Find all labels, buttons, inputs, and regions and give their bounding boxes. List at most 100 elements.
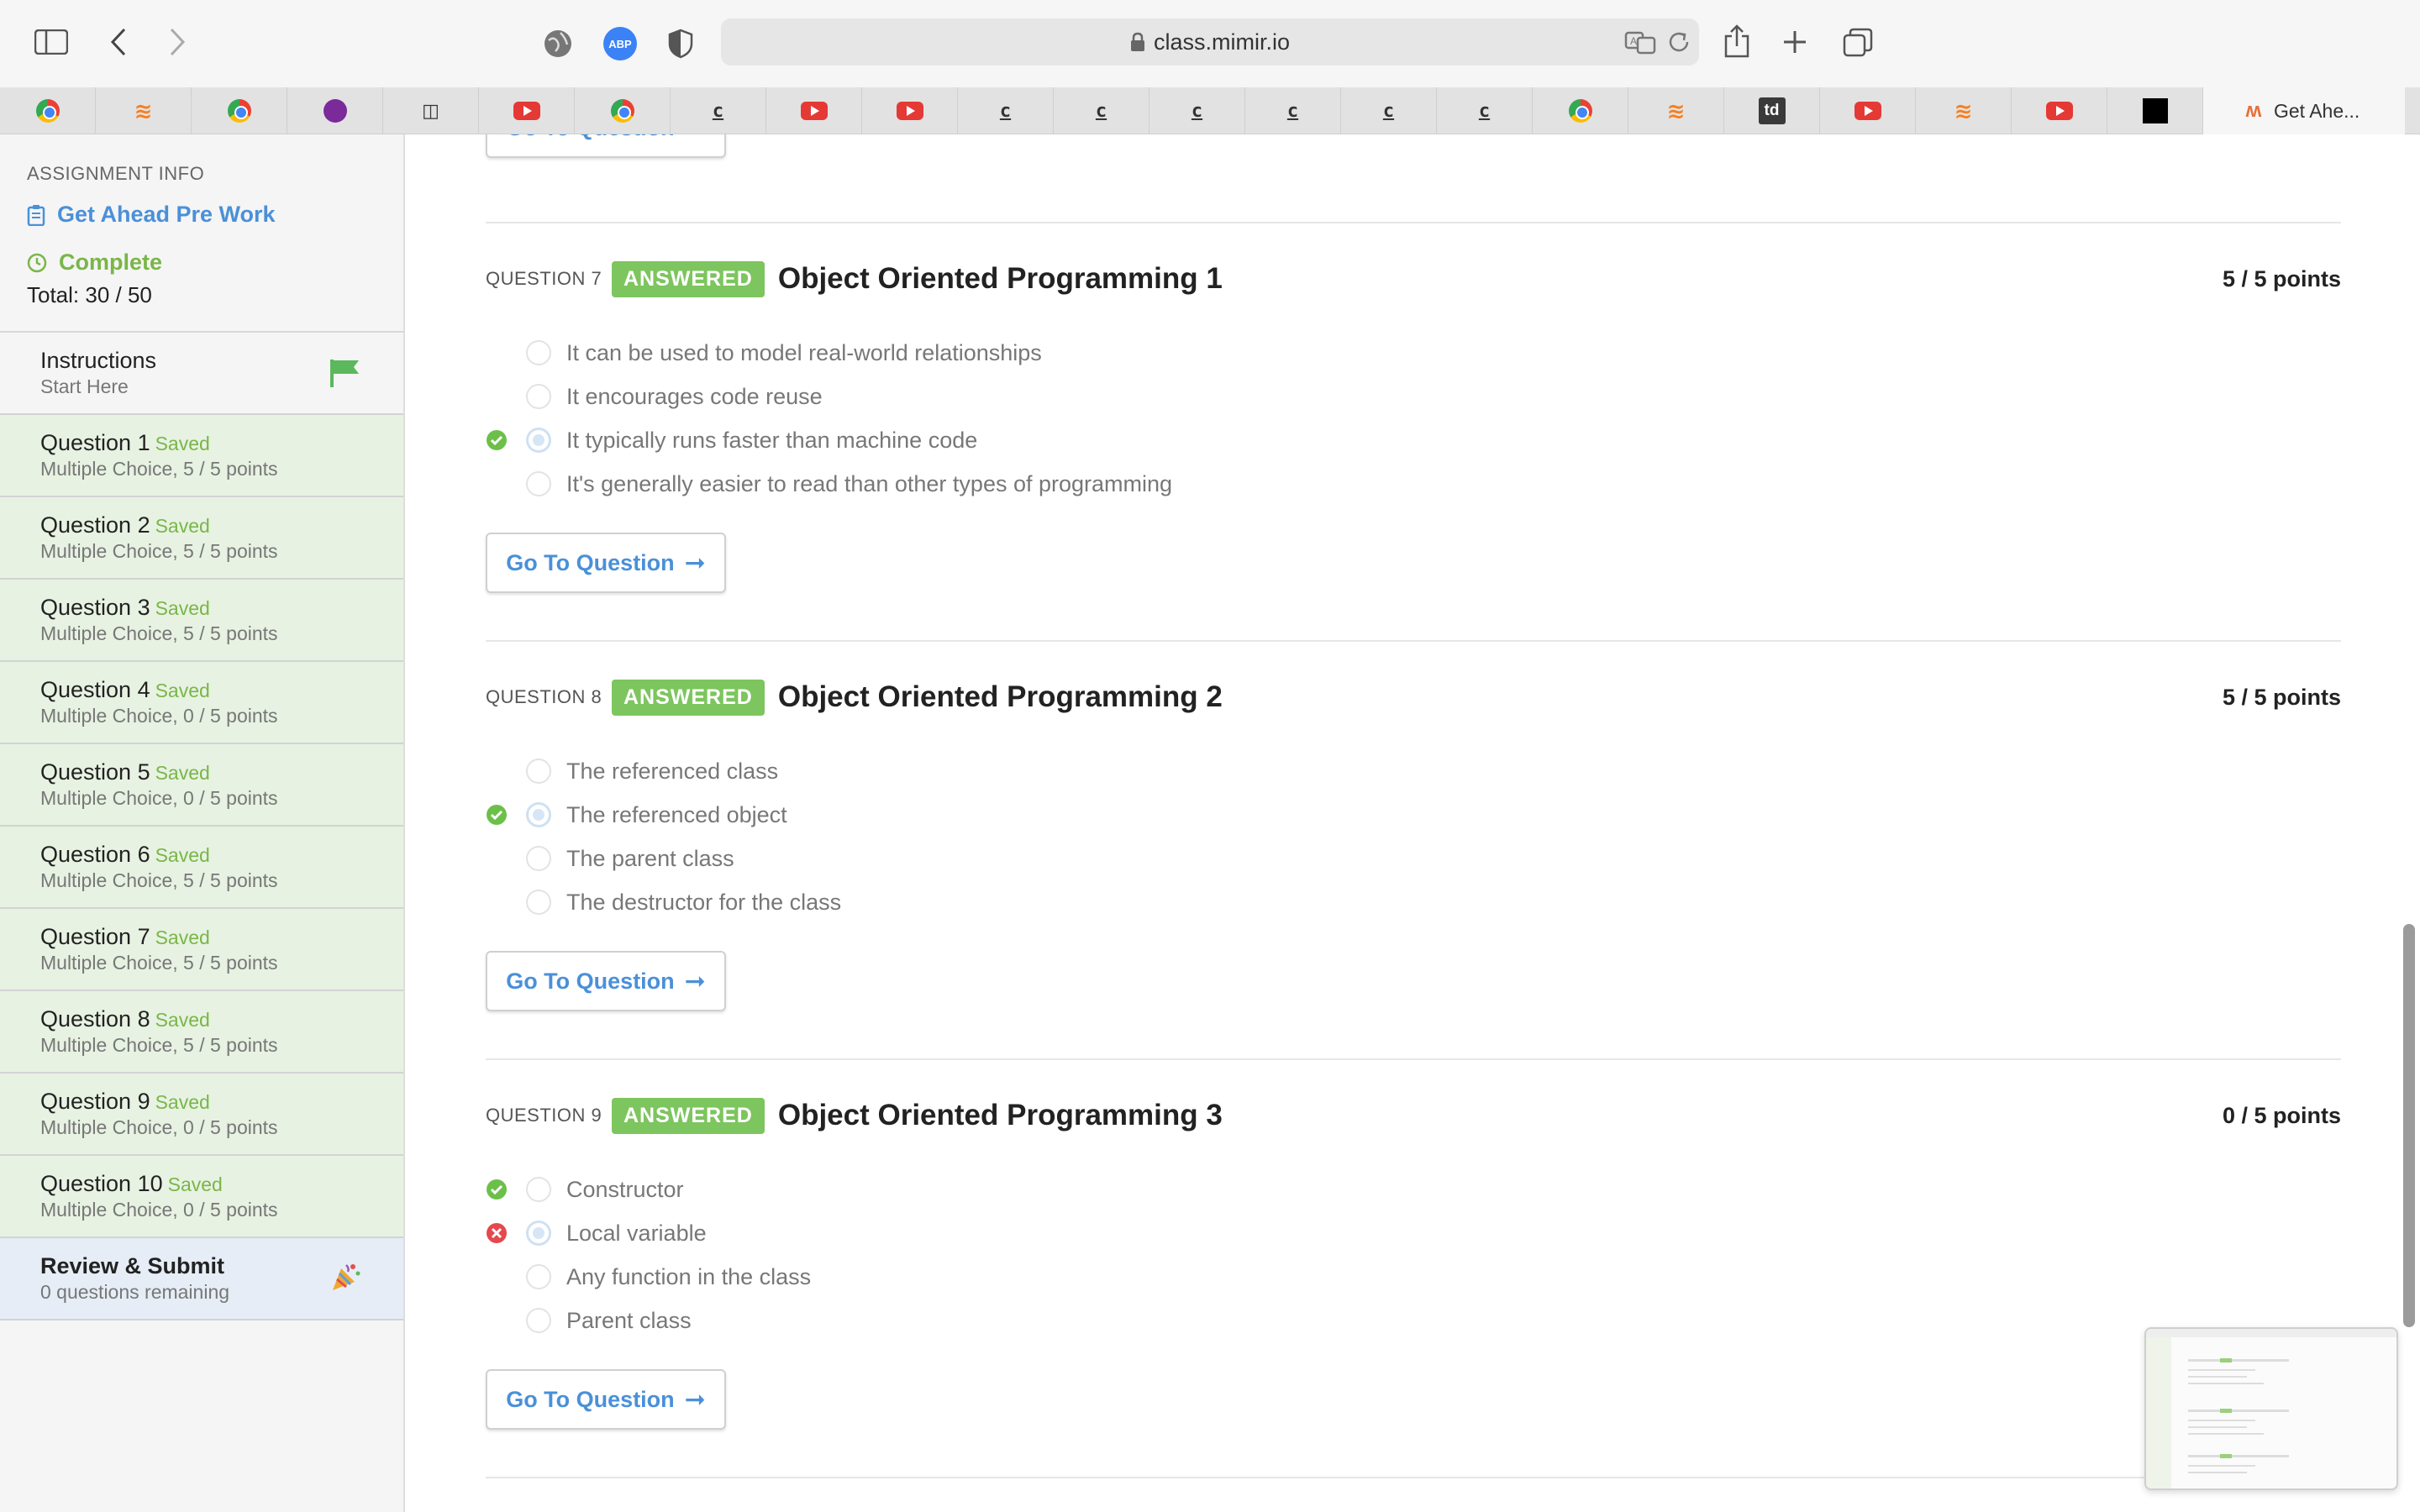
- avatar-icon: [323, 99, 347, 123]
- tab-17[interactable]: [1533, 87, 1628, 134]
- question-header: QUESTION 9 ANSWERED Object Oriented Progra…: [486, 1097, 2341, 1134]
- sidebar-item-question-3[interactable]: Question 3 Saved Multiple Choice, 5 / 5 po…: [0, 580, 403, 662]
- question-title: Question 2 Saved: [40, 497, 403, 538]
- youtube-icon: [800, 102, 828, 120]
- question-label: Question 7: [40, 924, 150, 949]
- tab-10[interactable]: [862, 87, 958, 134]
- tab-3[interactable]: [192, 87, 287, 134]
- tab-active[interactable]: ʍ Get Ahe...: [2203, 87, 2405, 134]
- radio-unselected: [526, 384, 551, 409]
- radio-selected: [526, 802, 551, 827]
- question-header: QUESTION 8 ANSWERED Object Oriented Progra…: [486, 679, 2341, 716]
- active-tab-label: Get Ahe...: [2274, 99, 2360, 122]
- answer-mark: [486, 1222, 526, 1244]
- mimir-logo-icon: ʍ: [2245, 99, 2262, 122]
- tab-23[interactable]: [2107, 87, 2203, 134]
- assignment-name[interactable]: Get Ahead Pre Work: [27, 202, 403, 228]
- sidebar-item-instructions[interactable]: Instructions Start Here: [0, 333, 403, 415]
- answer-text: The referenced class: [566, 758, 779, 784]
- saved-status: Saved: [155, 515, 210, 537]
- question-points: 0 / 5 points: [2222, 1102, 2341, 1128]
- tab-6[interactable]: [479, 87, 575, 134]
- tab-13[interactable]: c: [1150, 87, 1245, 134]
- radio-unselected: [526, 471, 551, 496]
- sidebar-item-question-5[interactable]: Question 5 Saved Multiple Choice, 0 / 5 po…: [0, 744, 403, 827]
- check-circle-icon: [487, 805, 507, 825]
- go-to-question-button[interactable]: Go To Question ➞: [486, 134, 726, 158]
- tab-overview-icon[interactable]: [1842, 27, 1874, 59]
- answer-choice: The destructor for the class: [486, 880, 2341, 924]
- sidebar-item-question-2[interactable]: Question 2 Saved Multiple Choice, 5 / 5 po…: [0, 497, 403, 580]
- tab-4[interactable]: [287, 87, 383, 134]
- globe-icon[interactable]: [541, 27, 575, 60]
- section-divider: [486, 1058, 2341, 1060]
- assignment-info-label: ASSIGNMENT INFO: [27, 163, 205, 184]
- tab-16[interactable]: c: [1437, 87, 1533, 134]
- back-icon[interactable]: [106, 25, 131, 59]
- answer-text: It encourages code reuse: [566, 383, 823, 409]
- tab-15[interactable]: c: [1341, 87, 1437, 134]
- adblock-icon[interactable]: ABP: [603, 27, 637, 60]
- tab-bar: ≋ ◫ c c c c c c c ≋ td ≋ ʍ Get Ahe...: [0, 87, 2420, 134]
- sidebar-item-question-10[interactable]: Question 10 Saved Multiple Choice, 0 / 5 p…: [0, 1156, 403, 1238]
- sidebar-item-question-6[interactable]: Question 6 Saved Multiple Choice, 5 / 5 po…: [0, 827, 403, 909]
- radio-unselected: [526, 1308, 551, 1333]
- td-icon: td: [1758, 97, 1786, 124]
- sidebar-item-question-9[interactable]: Question 9 Saved Multiple Choice, 0 / 5 po…: [0, 1074, 403, 1156]
- doc-icon: ◫: [422, 100, 439, 121]
- answer-text: The referenced object: [566, 801, 787, 827]
- tab-21[interactable]: ≋: [1916, 87, 2012, 134]
- tab-18[interactable]: ≋: [1628, 87, 1724, 134]
- address-bar[interactable]: class.mimir.io: [721, 18, 1699, 66]
- tab-5[interactable]: ◫: [383, 87, 479, 134]
- question-meta: Multiple Choice, 0 / 5 points: [40, 705, 278, 727]
- tab-22[interactable]: [2012, 87, 2107, 134]
- clock-icon: [27, 253, 47, 272]
- answer-choice: It can be used to model real-world relat…: [486, 331, 2341, 375]
- sidebar-item-review-submit[interactable]: Review & Submit 0 questions remaining: [0, 1238, 403, 1320]
- answer-choice: The parent class: [486, 837, 2341, 880]
- answer-text: The parent class: [566, 845, 734, 871]
- tab-19[interactable]: td: [1724, 87, 1820, 134]
- reload-icon[interactable]: [1665, 29, 1692, 55]
- stackoverflow-icon: ≋: [1666, 97, 1686, 123]
- share-icon[interactable]: [1723, 24, 1751, 59]
- go-to-question-button[interactable]: Go To Question ➞: [486, 533, 726, 593]
- section-divider: [486, 1477, 2341, 1478]
- question-meta: Multiple Choice, 5 / 5 points: [40, 869, 278, 891]
- sidebar-item-question-1[interactable]: Question 1 Saved Multiple Choice, 5 / 5 po…: [0, 415, 403, 497]
- tab-11[interactable]: c: [958, 87, 1054, 134]
- new-tab-icon[interactable]: [1781, 29, 1808, 55]
- go-to-question-button[interactable]: Go To Question ➞: [486, 951, 726, 1011]
- radio-unselected: [526, 759, 551, 784]
- scrollbar-thumb[interactable]: [2403, 924, 2415, 1327]
- tab-20[interactable]: [1820, 87, 1916, 134]
- question-title: Question 8 Saved: [40, 991, 403, 1032]
- sidebar-item-question-7[interactable]: Question 7 Saved Multiple Choice, 5 / 5 po…: [0, 909, 403, 991]
- answer-choice: Any function in the class: [486, 1255, 2341, 1299]
- page-thumbnail-preview: [2144, 1327, 2398, 1490]
- answer-mark: [486, 429, 526, 451]
- tab-14[interactable]: c: [1245, 87, 1341, 134]
- go-to-question-button[interactable]: Go To Question ➞: [486, 1369, 726, 1430]
- tab-2[interactable]: ≋: [96, 87, 192, 134]
- tab-1[interactable]: [0, 87, 96, 134]
- forward-icon[interactable]: [165, 25, 190, 59]
- tab-9[interactable]: [766, 87, 862, 134]
- radio-unselected: [526, 340, 551, 365]
- answer-choice: It's generally easier to read than other…: [486, 462, 2341, 506]
- main-content: Go To Question ➞ QUESTION 7 ANSWERED Objec…: [407, 134, 2398, 1512]
- sidebar-item-question-4[interactable]: Question 4 Saved Multiple Choice, 0 / 5 po…: [0, 662, 403, 744]
- question-title: Question 10 Saved: [40, 1156, 403, 1197]
- translate-icon[interactable]: A: [1623, 29, 1657, 55]
- flag-icon: [330, 360, 359, 387]
- tab-8[interactable]: c: [671, 87, 766, 134]
- answer-choice: Constructor: [486, 1168, 2341, 1211]
- question-section-7: QUESTION 7 ANSWERED Object Oriented Progra…: [486, 260, 2341, 593]
- sidebar-toggle-icon[interactable]: [34, 29, 69, 55]
- sidebar-item-question-8[interactable]: Question 8 Saved Multiple Choice, 5 / 5 po…: [0, 991, 403, 1074]
- tab-12[interactable]: c: [1054, 87, 1150, 134]
- tab-7[interactable]: [575, 87, 671, 134]
- privacy-shield-icon[interactable]: [666, 27, 696, 60]
- arrow-right-icon: ➞: [684, 1385, 706, 1414]
